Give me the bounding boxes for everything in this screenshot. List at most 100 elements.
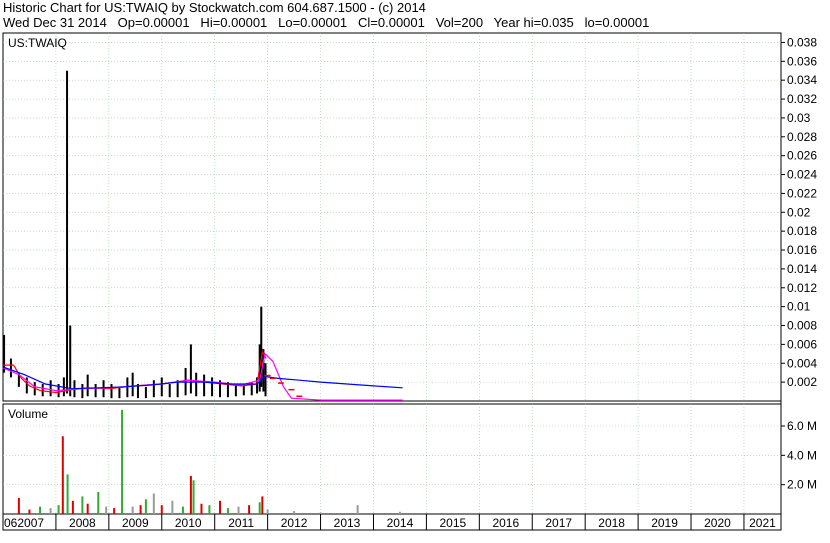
volume-bar [81,496,84,514]
price-bar [160,377,163,397]
volume-bar [61,436,64,514]
year-label: 2010 [175,516,202,530]
chart-frame [2,32,782,531]
price-tick-label: 0.036 [787,54,817,68]
year-label: 2021 [749,516,776,530]
volume-bar [248,505,251,514]
volume-bar [237,506,240,514]
year-label: 2012 [281,516,308,530]
price-tick-label: 0.014 [787,262,817,276]
year-label: 2020 [704,516,731,530]
volume-bar [200,503,203,514]
price-bar [176,380,179,398]
price-bar [110,384,113,399]
volume-bar [144,499,147,514]
year-label: 2019 [651,516,678,530]
volume-bar [398,511,401,514]
year-label: 062007 [4,516,44,530]
price-axis-ticks: 0.002 0.004 0.006 0.008 0.01 0.012 0.014 0.016 0… [781,35,817,389]
volume-axis-ticks: 2.0 M 4.0 M 6.0 M [781,419,817,492]
price-panel [2,32,782,402]
price-bar [195,372,198,397]
volume-bar [356,505,359,514]
price-tick-label: 0.038 [787,35,817,49]
year-label: 2015 [440,516,467,530]
price-bar [86,374,89,397]
symbol-label: US:TWAIQ [8,36,67,50]
price-bar [69,325,72,397]
volume-tick-label: 6.0 M [787,419,817,433]
price-tick-label: 0.034 [787,73,817,87]
price-tick-label: 0.004 [787,356,817,370]
year-label: 2017 [545,516,572,530]
price-bar [94,384,97,398]
volume-bar [39,506,42,514]
year-label: 2011 [228,516,254,530]
price-bar [131,372,134,397]
price-bar [9,358,12,378]
price-tick-label: 0.006 [787,337,817,351]
volume-bar [97,492,100,514]
volume-bar [181,506,184,514]
volume-bar [17,497,20,514]
volume-bar [57,505,60,514]
price-bar [203,374,206,397]
price-tick-label: 0.02 [787,205,811,219]
volume-bar [208,505,211,514]
volume-bar [258,502,261,514]
price-bar [144,386,147,399]
volume-bar [152,493,155,514]
price-tick-label: 0.026 [787,149,817,163]
volume-bar [28,509,31,514]
price-bar [118,386,121,399]
year-label: 2009 [122,516,149,530]
price-bar [81,384,84,399]
price-bar [152,380,155,398]
volume-bar [71,500,74,514]
price-bar [41,384,44,397]
volume-tick-label: 4.0 M [787,448,817,462]
year-label: 2018 [598,516,625,530]
volume-bar [160,505,163,514]
price-tick-label: 0.032 [787,92,817,106]
price-bar [211,377,214,397]
price-bar [168,384,171,398]
price-tick-label: 0.03 [787,111,811,125]
volume-bar [171,500,174,514]
year-label: 2008 [69,516,96,530]
price-tick-label: 0.01 [787,300,811,314]
year-label: 2013 [334,516,361,530]
volume-bar [131,506,134,514]
price-tick-label: 0.022 [787,186,817,200]
volume-bar [261,496,264,514]
volume-bar [266,509,269,514]
volume-bar [226,508,229,514]
price-tick-label: 0.016 [787,243,817,257]
stock-chart: 0.002 0.004 0.006 0.008 0.01 0.012 0.014 0.016 0… [2,32,817,531]
volume-bar [105,506,108,514]
price-tick-label: 0.002 [787,375,817,389]
volume-bar [139,505,142,514]
year-label: 2014 [387,516,414,530]
volume-bar [86,503,89,514]
volume-bar [121,409,124,514]
volume-bar [66,474,69,514]
volume-tick-label: 2.0 M [787,478,817,492]
volume-bar [218,500,221,514]
price-bar [189,344,192,394]
volume-bar [192,480,195,514]
volume-bar [49,508,52,514]
volume-bar [293,511,296,514]
price-tick-label: 0.018 [787,224,817,238]
year-label: 2016 [492,516,519,530]
volume-bar [113,508,116,514]
volume-label: Volume [8,407,48,421]
price-bar [66,70,69,394]
volume-panel [2,403,782,515]
price-bar [264,363,267,397]
price-tick-label: 0.028 [787,130,817,144]
volume-bar [189,475,192,514]
volume-bar [319,512,322,514]
price-tick-label: 0.008 [787,319,817,333]
price-bar [49,380,52,397]
